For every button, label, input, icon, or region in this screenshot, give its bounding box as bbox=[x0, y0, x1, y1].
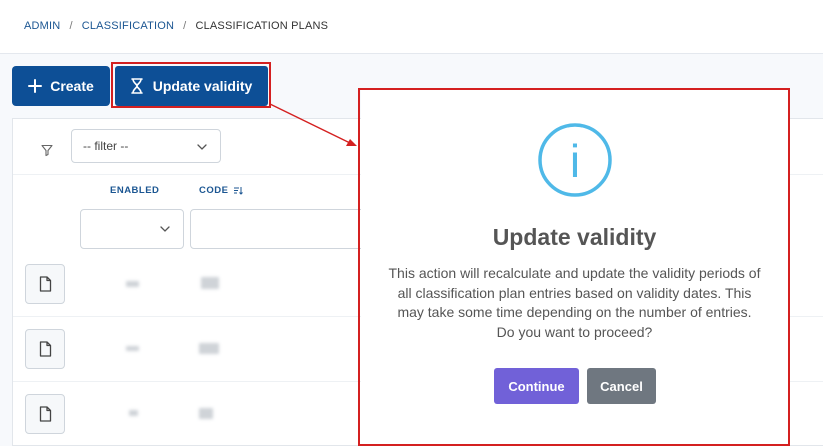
column-header-enabled[interactable]: ENABLED bbox=[110, 185, 159, 196]
breadcrumb: ADMIN / CLASSIFICATION / CLASSIFICATION … bbox=[24, 19, 328, 33]
filter-select-value: -- filter -- bbox=[83, 139, 129, 153]
info-icon: i bbox=[538, 123, 612, 197]
breadcrumb-separator: / bbox=[183, 20, 187, 32]
info-icon-letter: i bbox=[570, 135, 580, 187]
redacted-code-value bbox=[199, 343, 219, 354]
dialog-message: This action will recalculate and update … bbox=[388, 265, 761, 340]
document-icon bbox=[39, 341, 51, 357]
chevron-down-icon bbox=[197, 144, 207, 150]
breadcrumb-classification[interactable]: CLASSIFICATION bbox=[82, 20, 174, 32]
filter-icon bbox=[41, 144, 53, 157]
chevron-down-icon bbox=[160, 226, 170, 232]
create-button[interactable]: Create bbox=[12, 66, 110, 106]
redacted-code-value bbox=[201, 277, 219, 289]
document-icon bbox=[39, 276, 51, 292]
dialog-title: Update validity bbox=[492, 224, 657, 250]
update-validity-dialog: i Update validity This action will recal… bbox=[361, 90, 788, 444]
row-view-button[interactable] bbox=[25, 394, 65, 434]
redacted-enabled-value bbox=[129, 410, 138, 416]
sort-icon bbox=[234, 187, 244, 195]
breadcrumb-current: CLASSIFICATION PLANS bbox=[195, 20, 329, 32]
continue-button[interactable]: Continue bbox=[494, 368, 579, 404]
create-label: Create bbox=[50, 78, 94, 94]
plus-icon bbox=[28, 79, 43, 93]
redacted-enabled-value bbox=[126, 281, 139, 287]
code-filter-input[interactable] bbox=[190, 209, 390, 249]
filter-select[interactable]: -- filter -- bbox=[71, 129, 221, 163]
column-header-code-label: CODE bbox=[199, 185, 229, 196]
redacted-enabled-value bbox=[126, 346, 139, 351]
breadcrumb-admin[interactable]: ADMIN bbox=[24, 20, 60, 32]
breadcrumb-separator: / bbox=[69, 20, 73, 32]
row-view-button[interactable] bbox=[25, 264, 65, 304]
redacted-code-value bbox=[199, 408, 213, 419]
cancel-button[interactable]: Cancel bbox=[587, 368, 656, 404]
row-view-button[interactable] bbox=[25, 329, 65, 369]
enabled-filter-select[interactable] bbox=[80, 209, 184, 249]
column-header-code[interactable]: CODE bbox=[199, 185, 244, 196]
document-icon bbox=[39, 406, 51, 422]
annotation-highlight-box bbox=[111, 62, 271, 108]
